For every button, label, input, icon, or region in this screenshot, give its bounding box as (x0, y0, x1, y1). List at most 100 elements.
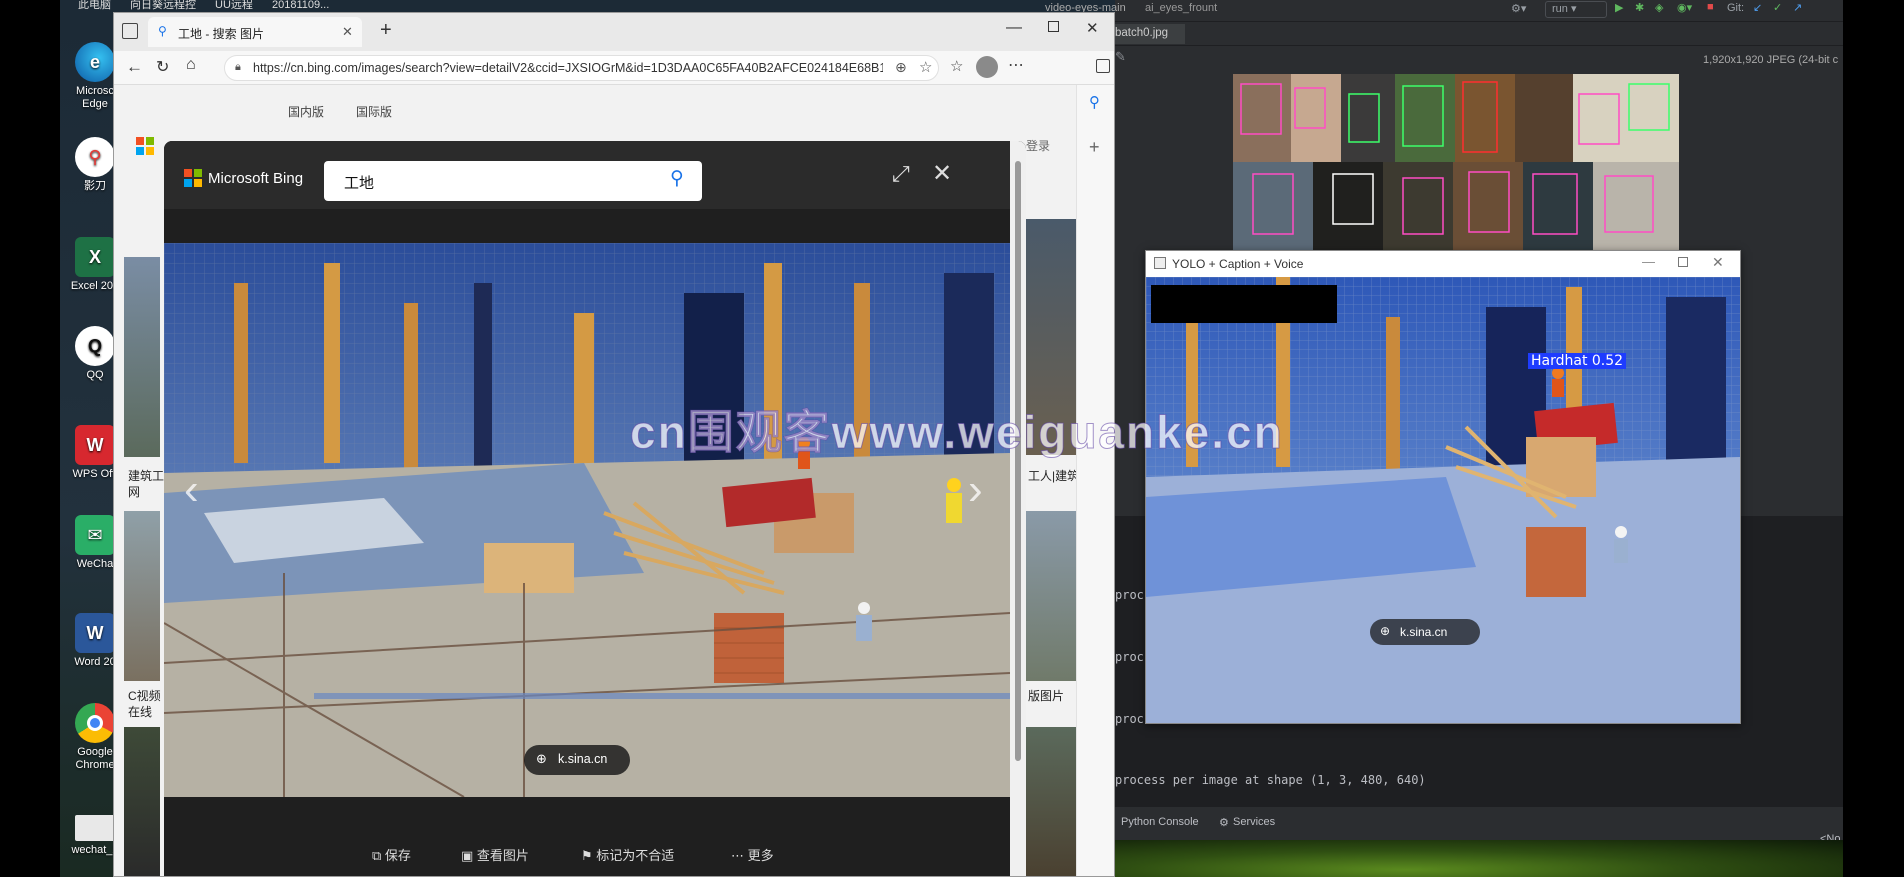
expand-icon[interactable]: ⤢ (892, 161, 910, 187)
back-button[interactable]: ← (126, 57, 143, 77)
detection-label: Hardhat 0.52 (1528, 353, 1627, 369)
sidebar-toggle-icon[interactable] (1096, 59, 1110, 73)
chrome-icon (75, 703, 115, 743)
result-thumbnail[interactable] (1026, 511, 1076, 681)
result-thumbnail[interactable] (124, 511, 160, 681)
source-badge[interactable]: ⊕ k.sina.cn (524, 745, 630, 775)
zoom-icon[interactable]: ⊕ (895, 59, 907, 76)
editor-tab-batch0[interactable]: batch0.jpg (1109, 24, 1185, 44)
git-push-icon[interactable]: ↗ (1793, 1, 1802, 14)
excel-icon: X (75, 237, 115, 277)
source-badge: ⊕ k.sina.cn (1370, 619, 1480, 645)
result-caption: 建筑工 (128, 469, 165, 483)
desktop-top-label: 此电脑 (78, 0, 111, 11)
ide-toolbar: video-eyes-main ai_eyes_frount ⚙▾ run ▾ … (1045, 0, 1843, 22)
bing-brand: Microsoft Bing (208, 170, 304, 187)
region-tab-intl[interactable]: 国际版 (356, 103, 392, 120)
close-window-button[interactable]: ✕ (1086, 19, 1099, 37)
home-button[interactable]: ⌂ (186, 56, 196, 74)
construction-site-photo: ‹ › ⊕ k.sina.cn (164, 243, 1010, 797)
login-link[interactable]: 登录 (1026, 137, 1050, 154)
yolo-titlebar: YOLO + Caption + Voice — ✕ (1146, 251, 1740, 277)
console-line: proc (1115, 650, 1144, 664)
result-thumbnail[interactable] (124, 257, 160, 457)
desktop-top-label: 20181109... (272, 0, 330, 11)
result-caption: C视频 (128, 689, 161, 703)
viewer-search-box[interactable]: 工地 ⚲ (324, 161, 702, 201)
edit-pencil-icon[interactable]: ✎ (1115, 49, 1126, 65)
letterbox-right (1843, 0, 1904, 877)
word-icon: W (75, 613, 115, 653)
coverage-icon[interactable]: ◈ (1655, 1, 1663, 14)
wps-icon: W (75, 425, 115, 465)
search-icon[interactable]: ⚲ (670, 167, 684, 190)
ide-editor-tabs: batch0.jpg (1109, 22, 1843, 46)
globe-icon: ⊕ (536, 751, 547, 766)
debug-icon[interactable]: ✱ (1635, 1, 1644, 14)
view-image-button[interactable]: ▣ 查看图片 (461, 845, 529, 864)
new-tab-button[interactable]: + (380, 19, 392, 42)
browser-titlebar: ⚲ 工地 - 搜索 图片 ✕ + — ✕ (114, 13, 1114, 51)
run-config-label: run (1552, 3, 1568, 15)
profile-avatar[interactable] (976, 56, 998, 78)
favorite-star-icon[interactable]: ☆ (919, 58, 932, 76)
minimize-button[interactable]: — (1006, 19, 1022, 37)
services-icon: ⚙ (1219, 817, 1229, 829)
url-text: https://cn.bing.com/images/search?view=d… (253, 61, 883, 75)
source-text: k.sina.cn (558, 752, 608, 766)
ide-tool-window-bar: Python Console ⚙ Services <No (1115, 806, 1843, 845)
search-input-value: 工地 (344, 175, 375, 192)
next-image-arrow[interactable]: › (968, 465, 983, 515)
sidebar-add-icon[interactable]: + (1089, 137, 1100, 158)
view-image-icon: ▣ (461, 848, 474, 863)
region-tab-cn[interactable]: 国内版 (288, 103, 324, 120)
more-button[interactable]: ⋯ 更多 (731, 845, 774, 864)
menu-more-icon[interactable]: ⋯ (1008, 55, 1024, 75)
image-info: 1,920x1,920 JPEG (24-bit c (1703, 54, 1839, 66)
close-button[interactable]: ✕ (1712, 254, 1724, 271)
viewer-scrollbar[interactable] (1010, 141, 1026, 876)
wechat-icon: ✉ (75, 515, 115, 555)
qq-icon: Q (75, 326, 115, 366)
sidebar-search-icon[interactable]: ⚲ (1089, 93, 1100, 111)
bing-logo-icon (136, 137, 154, 155)
run-icon[interactable]: ▶ (1615, 1, 1623, 14)
tab-actions-icon[interactable] (122, 23, 138, 39)
more-icon: ⋯ (731, 848, 744, 863)
browser-tab[interactable]: ⚲ 工地 - 搜索 图片 ✕ (148, 17, 362, 47)
run-config-select[interactable]: run ▾ (1545, 1, 1607, 18)
report-button[interactable]: ⚑ 标记为不合适 (581, 845, 674, 864)
watermark: cn围观客www.weiguanke.cn (630, 406, 1284, 459)
git-update-icon[interactable]: ↙ (1753, 1, 1762, 14)
maximize-button[interactable] (1048, 21, 1059, 32)
result-thumbnail[interactable] (1026, 727, 1076, 876)
profile-icon[interactable]: ◉▾ (1677, 1, 1692, 14)
address-bar[interactable]: 🔒︎ https://cn.bing.com/images/search?vie… (224, 55, 939, 81)
refresh-button[interactable]: ↻ (156, 57, 169, 77)
app-icon (1154, 257, 1166, 269)
console-line: process per image at shape (1, 3, 480, 6… (1115, 773, 1426, 787)
close-viewer-icon[interactable]: ✕ (932, 159, 952, 188)
tab-close-icon[interactable]: ✕ (342, 24, 353, 40)
ide-settings-icon[interactable]: ⚙▾ (1511, 2, 1526, 15)
stop-icon[interactable]: ■ (1707, 1, 1714, 13)
result-thumbnail[interactable] (124, 727, 160, 876)
maximize-button[interactable] (1678, 257, 1688, 267)
tool-tab-services[interactable]: Services (1233, 816, 1275, 828)
lock-icon: 🔒︎ (235, 61, 241, 73)
minimize-button[interactable]: — (1642, 254, 1655, 269)
save-button[interactable]: ⧉ 保存 (372, 845, 411, 864)
microsoft-logo-icon (184, 169, 202, 187)
tool-tab-python-console[interactable]: Python Console (1121, 816, 1199, 828)
desktop-top-label: UU远程 (215, 0, 253, 11)
yolo-window: YOLO + Caption + Voice — ✕ Hardhat 0.52 … (1145, 250, 1741, 724)
image-detail-viewer: Microsoft Bing 工地 ⚲ ⤢ ✕ ‹ › ⊕ k.sina.cn … (164, 141, 1026, 876)
favorites-icon[interactable]: ☆ (950, 57, 963, 75)
git-commit-icon[interactable]: ✓ (1773, 1, 1782, 14)
source-text: k.sina.cn (1400, 625, 1448, 639)
previous-image-arrow[interactable]: ‹ (184, 465, 199, 515)
tab-title: 工地 - 搜索 图片 (178, 27, 264, 41)
result-caption: 工人|建筑 (1028, 469, 1080, 483)
globe-icon: ⊕ (1380, 624, 1391, 638)
save-icon: ⧉ (372, 848, 382, 863)
